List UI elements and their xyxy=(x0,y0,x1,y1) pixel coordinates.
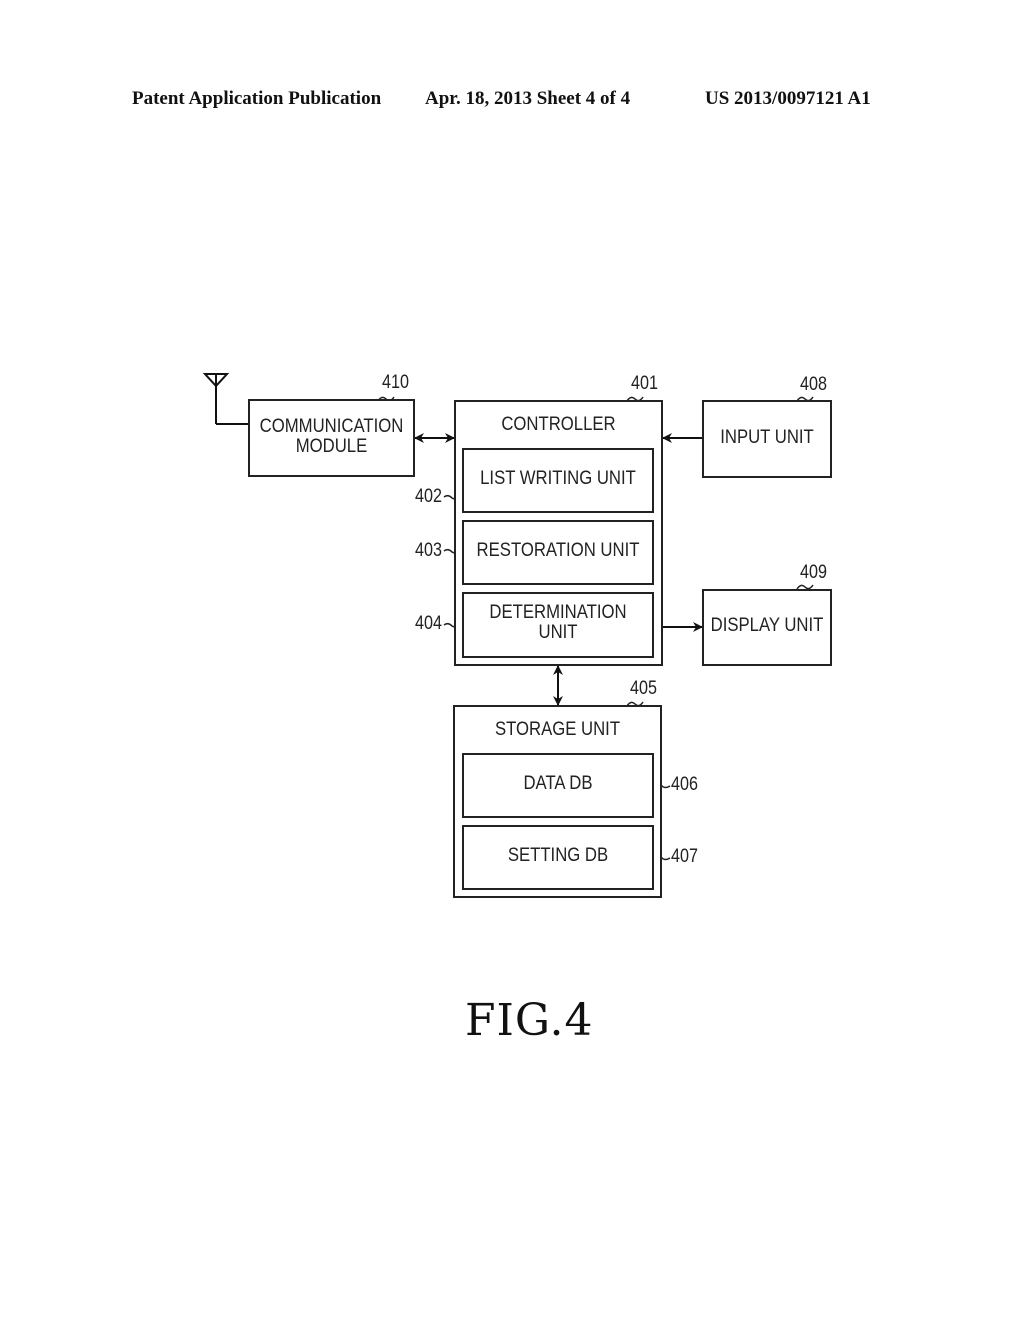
figure-label: FIG.4 xyxy=(465,995,594,1046)
ref-409: 409 xyxy=(800,562,827,583)
data-db-label: DATA DB xyxy=(523,773,593,794)
determination-unit-label-1: DETERMINATION xyxy=(489,602,627,623)
ref-401: 401 xyxy=(631,373,658,394)
ref-405: 405 xyxy=(630,678,657,699)
communication-module-label-2: MODULE xyxy=(295,436,368,457)
storage-unit-label: STORAGE UNIT xyxy=(494,719,621,740)
ref-406: 406 xyxy=(671,774,698,795)
ref-410: 410 xyxy=(382,372,409,393)
communication-module-label-1: COMMUNICATION xyxy=(259,416,404,437)
determination-unit-label-2: UNIT xyxy=(538,622,578,643)
antenna-icon xyxy=(202,373,249,425)
display-unit-label: DISPLAY UNIT xyxy=(710,615,824,636)
ref-408: 408 xyxy=(800,374,827,395)
controller-label: CONTROLLER xyxy=(501,414,616,435)
setting-db-label: SETTING DB xyxy=(507,845,609,866)
list-writing-unit-label: LIST WRITING UNIT xyxy=(480,468,636,489)
restoration-unit-label: RESTORATION UNIT xyxy=(476,540,640,561)
ref-404: 404 xyxy=(415,613,442,634)
ref-403: 403 xyxy=(415,540,442,561)
ref-402: 402 xyxy=(415,486,442,507)
input-unit-label: INPUT UNIT xyxy=(720,427,814,448)
ref-407: 407 xyxy=(671,846,698,867)
